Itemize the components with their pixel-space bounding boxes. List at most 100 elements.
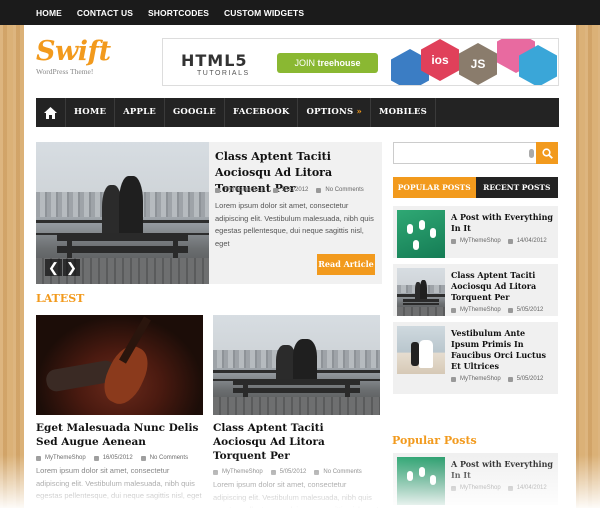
post-author[interactable]: MyThemeShop: [222, 469, 263, 475]
nav-item-home[interactable]: HOME: [66, 98, 116, 127]
slider-comments[interactable]: No Comments: [325, 187, 363, 193]
widget-post-item[interactable]: A Post with Everything In It MyThemeShop…: [393, 453, 558, 508]
banner-js-hex-icon: JS: [459, 43, 497, 85]
comment-icon: [316, 187, 322, 193]
author-icon: [36, 455, 41, 461]
post-comments[interactable]: No Comments: [150, 455, 188, 461]
widget-post-title[interactable]: Vestibulum Ante Ipsum Primis In Faucibus…: [451, 328, 554, 372]
top-navigation: HOME CONTACT US SHORTCODES CUSTOM WIDGET…: [0, 0, 600, 25]
top-nav-home[interactable]: HOME: [36, 8, 62, 18]
widget-post-author[interactable]: MyThemeShop: [460, 307, 501, 313]
calendar-icon: [272, 187, 278, 193]
nav-home-icon[interactable]: [36, 98, 66, 127]
calendar-icon: [270, 469, 276, 475]
widget-post-meta: MyThemeShop 14/04/2012: [451, 238, 554, 244]
post-date: 5/05/2012: [279, 469, 307, 475]
nav-item-apple[interactable]: APPLE: [115, 98, 165, 127]
slider-date: 5/05/2012: [281, 187, 309, 193]
banner-join-button[interactable]: JOIN treehouse: [277, 53, 378, 73]
slider-excerpt: Lorem ipsum dolor sit amet, consectetur …: [215, 201, 374, 248]
slider-image[interactable]: ❮ ❯: [36, 142, 209, 284]
top-nav-contact[interactable]: CONTACT US: [77, 8, 133, 18]
slider-post-meta: MyThemeShop 5/05/2012 No Comments: [215, 187, 380, 193]
post-date: 16/05/2012: [102, 455, 133, 461]
search-icon: [541, 147, 553, 159]
ad-banner[interactable]: HTML5 TUTORIALS JOIN treehouse ios JS: [162, 38, 559, 86]
slider-next-icon[interactable]: ❯: [63, 259, 80, 276]
calendar-icon: [507, 307, 513, 313]
main-navigation: HOME APPLE GOOGLE FACEBOOK OPTIONS » MOB…: [36, 98, 559, 127]
author-icon: [451, 485, 456, 491]
widget-post-item[interactable]: Class Aptent Taciti Aociosqu Ad Litora T…: [393, 264, 558, 322]
widget-post-meta: MyThemeShop 14/04/2012: [451, 485, 554, 491]
nav-item-facebook[interactable]: FACEBOOK: [225, 98, 299, 127]
sidebar-tabs: POPULAR POSTS RECENT POSTS: [393, 177, 558, 198]
widget-post-title[interactable]: Class Aptent Taciti Aociosqu Ad Litora T…: [451, 270, 554, 303]
post-comments[interactable]: No Comments: [323, 469, 361, 475]
latest-post-excerpt: Lorem ipsum dolor sit amet, consectetur …: [213, 480, 379, 508]
widget-post-date: 5/05/2012: [516, 376, 544, 382]
nav-item-options[interactable]: OPTIONS »: [298, 98, 371, 127]
comment-icon: [140, 455, 146, 461]
popular-posts-list: A Post with Everything In It MyThemeShop…: [393, 453, 558, 508]
nav-options-chevron-icon: »: [356, 107, 362, 117]
banner-subtitle: TUTORIALS: [197, 70, 250, 77]
widget-post-date: 14/04/2012: [516, 238, 547, 244]
widget-post-item[interactable]: A Post with Everything In It MyThemeShop…: [393, 206, 558, 264]
latest-post-card: Eget Malesuada Nunc Delis Sed Augue Aene…: [36, 315, 203, 503]
top-nav-custom-widgets[interactable]: CUSTOM WIDGETS: [224, 8, 304, 18]
author-icon: [215, 187, 220, 193]
microphone-icon[interactable]: [529, 149, 534, 158]
latest-post-meta: MyThemeShop 5/05/2012 No Comments: [213, 469, 380, 475]
widget-post-meta: MyThemeShop 5/05/2012: [451, 307, 554, 313]
tab-popular-posts[interactable]: POPULAR POSTS: [393, 177, 476, 198]
search-input[interactable]: [393, 142, 558, 164]
read-article-button[interactable]: Read Article: [317, 254, 375, 275]
banner-headline: HTML5: [181, 51, 248, 70]
post-author[interactable]: MyThemeShop: [45, 455, 86, 461]
calendar-icon: [507, 376, 513, 382]
author-icon: [451, 307, 456, 313]
widget-post-thumbnail[interactable]: [397, 210, 445, 258]
widget-post-date: 5/05/2012: [516, 307, 544, 313]
latest-post-excerpt: Lorem ipsum dolor sit amet, consectetur …: [36, 466, 202, 500]
logo-tagline: WordPress Theme!: [36, 67, 94, 76]
calendar-icon: [507, 485, 513, 491]
latest-post-image[interactable]: [36, 315, 203, 415]
nav-options-label: OPTIONS: [306, 107, 354, 117]
widget-post-thumbnail[interactable]: [397, 326, 445, 374]
tab-recent-posts[interactable]: RECENT POSTS: [475, 177, 558, 198]
widget-post-author[interactable]: MyThemeShop: [460, 376, 501, 382]
widget-post-item[interactable]: Vestibulum Ante Ipsum Primis In Faucibus…: [393, 322, 558, 400]
comment-icon: [314, 469, 320, 475]
banner-join-prefix: JOIN: [294, 58, 315, 68]
latest-heading: LATEST: [36, 292, 85, 305]
logo-title: Swift: [36, 36, 111, 67]
widget-post-title[interactable]: A Post with Everything In It: [451, 212, 554, 234]
calendar-icon: [93, 455, 99, 461]
widget-post-date: 14/04/2012: [516, 485, 547, 491]
latest-post-image[interactable]: [213, 315, 380, 415]
author-icon: [213, 469, 218, 475]
nav-item-mobiles[interactable]: MOBILES: [371, 98, 436, 127]
widget-post-author[interactable]: MyThemeShop: [460, 238, 501, 244]
site-logo[interactable]: Swift WordPress Theme!: [36, 36, 111, 77]
slider-prev-icon[interactable]: ❮: [45, 259, 62, 276]
author-icon: [451, 376, 456, 382]
slider-author[interactable]: MyThemeShop: [224, 187, 265, 193]
nav-item-google[interactable]: GOOGLE: [165, 98, 225, 127]
popular-posts-widget: A Post with Everything In It MyThemeShop…: [393, 206, 558, 400]
latest-post-title[interactable]: Class Aptent Taciti Aociosqu Ad Litora T…: [213, 421, 380, 463]
top-nav-shortcodes[interactable]: SHORTCODES: [148, 8, 209, 18]
widget-post-title[interactable]: A Post with Everything In It: [451, 459, 554, 481]
search-button[interactable]: [536, 142, 558, 164]
popular-posts-heading: Popular Posts: [392, 434, 477, 447]
widget-post-author[interactable]: MyThemeShop: [460, 485, 501, 491]
widget-post-thumbnail[interactable]: [397, 268, 445, 316]
widget-post-thumbnail[interactable]: [397, 457, 445, 505]
calendar-icon: [507, 238, 513, 244]
latest-post-card: Class Aptent Taciti Aociosqu Ad Litora T…: [213, 315, 380, 508]
latest-post-meta: MyThemeShop 16/05/2012 No Comments: [36, 455, 203, 461]
latest-post-title[interactable]: Eget Malesuada Nunc Delis Sed Augue Aene…: [36, 421, 203, 449]
slider-arrows: ❮ ❯: [45, 259, 80, 276]
